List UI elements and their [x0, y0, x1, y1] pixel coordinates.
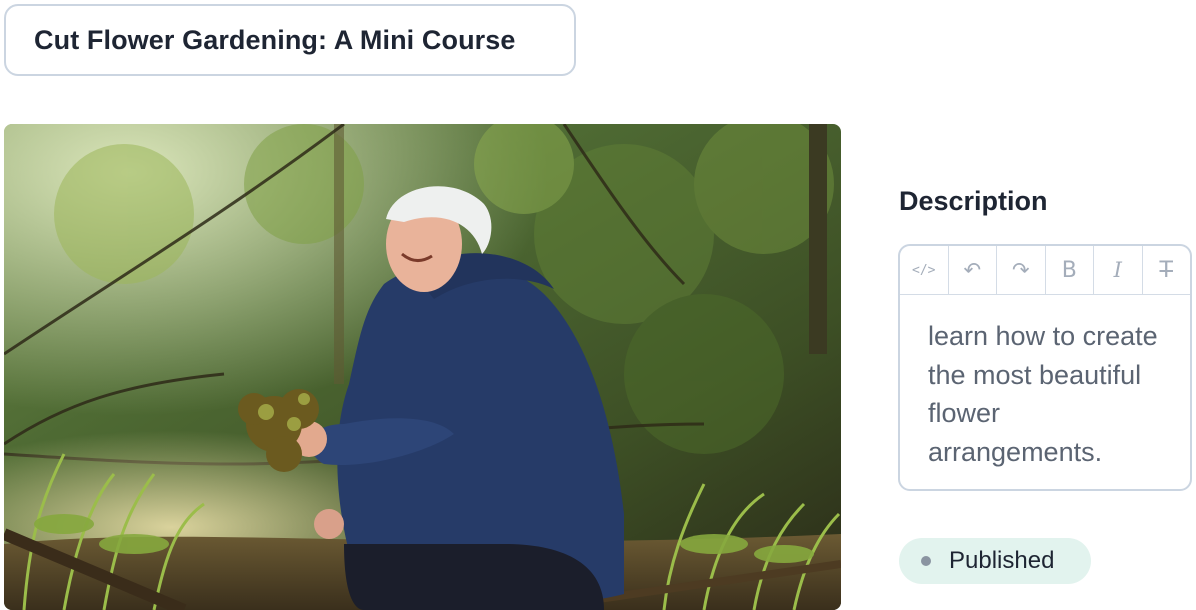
- hero-image-illustration: [4, 124, 841, 610]
- status-badge: Published: [899, 538, 1091, 584]
- italic-icon[interactable]: I: [1094, 246, 1143, 294]
- strikethrough-icon[interactable]: T: [1143, 246, 1191, 294]
- undo-icon[interactable]: ↶: [949, 246, 997, 294]
- editor-toolbar: </> ↶ ↷ B I T: [900, 246, 1190, 295]
- description-editor[interactable]: </> ↶ ↷ B I T learn how to create the mo…: [898, 244, 1192, 491]
- status-label: Published: [949, 547, 1055, 574]
- description-text[interactable]: learn how to create the most beautiful f…: [900, 295, 1190, 471]
- redo-icon[interactable]: ↷: [997, 246, 1046, 294]
- bold-icon[interactable]: B: [1046, 246, 1094, 294]
- code-icon[interactable]: </>: [900, 246, 949, 294]
- hero-image[interactable]: [4, 124, 841, 610]
- description-label: Description: [899, 186, 1048, 216]
- course-title: Cut Flower Gardening: A Mini Course: [34, 24, 516, 55]
- course-title-field[interactable]: Cut Flower Gardening: A Mini Course: [4, 4, 576, 76]
- status-dot-icon: [921, 556, 931, 566]
